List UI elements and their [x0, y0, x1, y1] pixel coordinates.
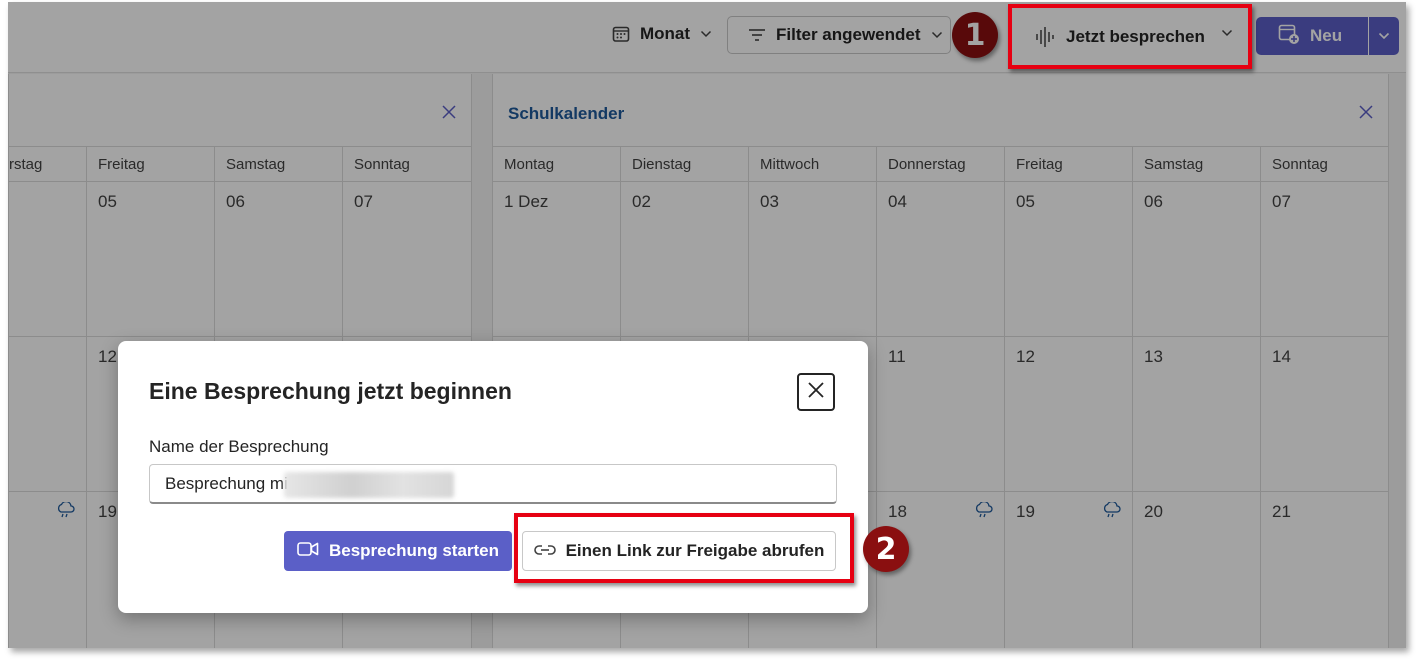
- annotation-badge-2: 2: [863, 526, 909, 572]
- redacted-name: [284, 472, 454, 498]
- app-frame: Monat Filter angewendet 1 Jetzt besprech…: [8, 2, 1406, 648]
- start-meeting-label: Besprechung starten: [328, 541, 500, 560]
- annotation-highlight-1: [1008, 4, 1252, 69]
- video-camera-icon: [297, 541, 319, 562]
- start-meeting-button[interactable]: Besprechung starten: [284, 531, 512, 571]
- dialog-title: Eine Besprechung jetzt beginnen: [149, 378, 512, 404]
- close-icon: [807, 381, 825, 404]
- meeting-name-input[interactable]: [149, 464, 837, 504]
- annotation-highlight-2: [514, 513, 854, 583]
- dialog-close-button[interactable]: [797, 373, 835, 411]
- meeting-name-label: Name der Besprechung: [149, 437, 329, 456]
